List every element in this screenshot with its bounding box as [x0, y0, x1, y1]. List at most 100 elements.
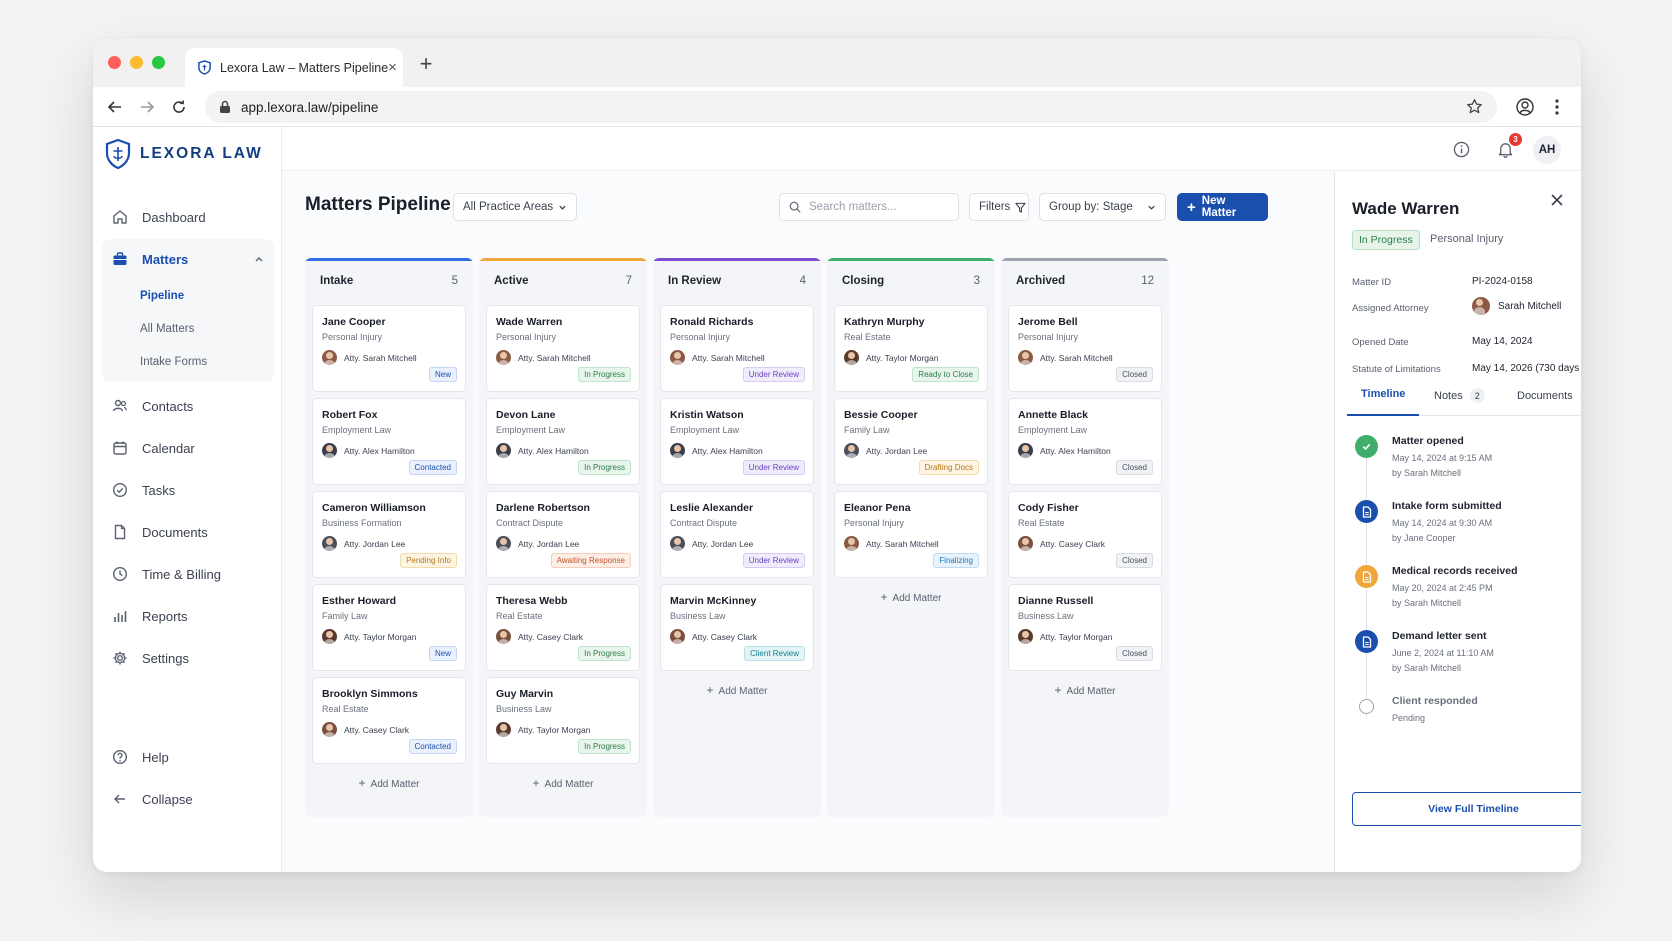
sidebar-item-reports[interactable]: Reports: [102, 596, 274, 636]
sidebar-subitem-intake-forms[interactable]: Intake Forms: [102, 345, 274, 378]
chevron-up-icon[interactable]: [254, 254, 264, 264]
forward-icon[interactable]: [135, 95, 159, 119]
matter-card[interactable]: Robert Fox Employment Law Atty. Alex Ham…: [312, 398, 466, 485]
card-attorney: Atty. Casey Clark: [322, 722, 456, 737]
status-badge: Under Review: [742, 460, 805, 475]
matter-card[interactable]: Cameron Williamson Business Formation At…: [312, 491, 466, 578]
card-client-name: Marvin McKinney: [670, 595, 757, 607]
card-attorney: Atty. Sarah Mitchell: [1018, 350, 1152, 365]
drawer-status-badge: In Progress: [1352, 230, 1420, 250]
matter-card[interactable]: Brooklyn Simmons Real Estate Atty. Casey…: [312, 677, 466, 764]
add-matter-button[interactable]: + Add Matter: [1001, 683, 1169, 697]
tab-documents[interactable]: Documents4: [1517, 388, 1581, 403]
timeline-event-text: Matter opened May 14, 2024 at 9:15 AM by…: [1392, 435, 1492, 478]
attorney-avatar: [322, 350, 337, 365]
attorney-avatar: [670, 350, 685, 365]
card-client-name: Cody Fisher: [1018, 502, 1079, 514]
add-matter-button[interactable]: + Add Matter: [479, 776, 647, 790]
matter-card[interactable]: Devon Lane Employment Law Atty. Alex Ham…: [486, 398, 640, 485]
user-avatar[interactable]: AH: [1533, 136, 1561, 164]
view-full-timeline-button[interactable]: View Full Timeline: [1352, 792, 1581, 826]
timeline-event-title: Demand letter sent: [1392, 630, 1487, 642]
status-badge: Pending Info: [400, 553, 457, 568]
sidebar-item-tasks[interactable]: Tasks: [102, 470, 274, 510]
matter-card[interactable]: Leslie Alexander Contract Dispute Atty. …: [660, 491, 814, 578]
sidebar-item-documents[interactable]: Documents: [102, 512, 274, 552]
add-matter-button[interactable]: + Add Matter: [827, 590, 995, 604]
matter-card[interactable]: Wade Warren Personal Injury Atty. Sarah …: [486, 305, 640, 392]
reload-icon[interactable]: [167, 95, 191, 119]
column-header: Closing 3: [827, 261, 995, 301]
notifications-button[interactable]: 3: [1493, 133, 1522, 161]
card-client-name: Leslie Alexander: [670, 502, 754, 514]
card-attorney-name: Atty. Sarah Mitchell: [866, 538, 939, 549]
address-bar[interactable]: app.lexora.law/pipeline: [205, 91, 1497, 123]
card-client-name: Robert Fox: [322, 409, 378, 421]
add-matter-button[interactable]: + Add Matter: [305, 776, 473, 790]
matter-card[interactable]: Guy Marvin Business Law Atty. Taylor Mor…: [486, 677, 640, 764]
sidebar-item-dashboard[interactable]: Dashboard: [102, 197, 274, 237]
bookmark-star-icon[interactable]: [1466, 98, 1483, 118]
tab-timeline[interactable]: Timeline: [1361, 388, 1405, 400]
sidebar-subitem-all-matters[interactable]: All Matters: [102, 312, 274, 345]
sidebar-subitem-pipeline[interactable]: Pipeline: [102, 279, 274, 312]
new-tab-icon[interactable]: +: [414, 51, 438, 77]
card-attorney-name: Atty. Alex Hamilton: [518, 445, 589, 456]
back-icon[interactable]: [103, 95, 127, 119]
matter-card[interactable]: Annette Black Employment Law Atty. Alex …: [1008, 398, 1162, 485]
minimize-window-button[interactable]: [130, 56, 143, 69]
attorney-avatar: [496, 536, 511, 551]
matter-card[interactable]: Darlene Robertson Contract Dispute Atty.…: [486, 491, 640, 578]
tab-notes[interactable]: Notes 2: [1434, 388, 1485, 403]
profile-icon[interactable]: [1513, 95, 1537, 119]
card-client-name: Kathryn Murphy: [844, 316, 925, 328]
matter-card[interactable]: Jane Cooper Personal Injury Atty. Sarah …: [312, 305, 466, 392]
close-window-button[interactable]: [108, 56, 121, 69]
sidebar-item-collapse[interactable]: Collapse: [102, 779, 274, 819]
matter-card[interactable]: Ronald Richards Personal Injury Atty. Sa…: [660, 305, 814, 392]
browser-menu-icon[interactable]: [1545, 95, 1569, 119]
new-matter-button[interactable]: + New Matter: [1177, 193, 1268, 221]
matter-card[interactable]: Cody Fisher Real Estate Atty. Casey Clar…: [1008, 491, 1162, 578]
matter-card[interactable]: Dianne Russell Business Law Atty. Taylor…: [1008, 584, 1162, 671]
card-practice-area: Real Estate: [1018, 518, 1065, 528]
add-matter-button[interactable]: + Add Matter: [653, 683, 821, 697]
matter-card[interactable]: Eleanor Pena Personal Injury Atty. Sarah…: [834, 491, 988, 578]
matter-card[interactable]: Jerome Bell Personal Injury Atty. Sarah …: [1008, 305, 1162, 392]
card-practice-area: Personal Injury: [496, 332, 557, 342]
attorney-avatar: [496, 722, 511, 737]
matter-card[interactable]: Marvin McKinney Business Law Atty. Casey…: [660, 584, 814, 671]
card-client-name: Brooklyn Simmons: [322, 688, 418, 700]
sidebar-item-settings[interactable]: Settings: [102, 638, 274, 678]
close-icon[interactable]: [1551, 193, 1563, 211]
meta-label: Statute of Limitations: [1352, 364, 1441, 375]
sidebar-item-time-billing[interactable]: Time & Billing: [102, 554, 274, 594]
group-by-select[interactable]: Group by: Stage: [1039, 193, 1166, 221]
sidebar-item-calendar[interactable]: Calendar: [102, 428, 274, 468]
info-icon[interactable]: [1449, 137, 1473, 161]
status-badge: Drafting Docs: [918, 460, 979, 475]
matter-card[interactable]: Bessie Cooper Family Law Atty. Jordan Le…: [834, 398, 988, 485]
add-matter-label: Add Matter: [370, 779, 420, 790]
sidebar-item-help[interactable]: Help: [102, 737, 274, 777]
timeline-event-date: May 20, 2024 at 2:45 PM: [1392, 583, 1493, 593]
card-attorney-name: Atty. Sarah Mitchell: [518, 352, 591, 363]
browser-tab[interactable]: Lexora Law – Matters Pipeline ×: [185, 48, 403, 87]
matter-card[interactable]: Kristin Watson Employment Law Atty. Alex…: [660, 398, 814, 485]
timeline-event-date: May 14, 2024 at 9:30 AM: [1392, 518, 1493, 528]
sidebar: LEXORA LAW Dashboard Matters Pipeline Al…: [93, 127, 282, 872]
matter-card[interactable]: Theresa Webb Real Estate Atty. Casey Cla…: [486, 584, 640, 671]
brand-logo[interactable]: LEXORA LAW: [105, 139, 263, 169]
filters-button[interactable]: Filters: [969, 193, 1029, 221]
maximize-window-button[interactable]: [152, 56, 165, 69]
attorney-avatar: [670, 536, 685, 551]
practice-area-select[interactable]: All Practice Areas: [453, 193, 577, 221]
sidebar-item-matters[interactable]: Matters: [102, 239, 274, 279]
drawer-practice-area: Personal Injury: [1430, 233, 1504, 245]
sidebar-item-contacts[interactable]: Contacts: [102, 386, 274, 426]
close-tab-icon[interactable]: ×: [388, 59, 397, 76]
attorney-avatar: [322, 443, 337, 458]
matter-card[interactable]: Kathryn Murphy Real Estate Atty. Taylor …: [834, 305, 988, 392]
matter-card[interactable]: Esther Howard Family Law Atty. Taylor Mo…: [312, 584, 466, 671]
search-input[interactable]: [809, 201, 949, 213]
